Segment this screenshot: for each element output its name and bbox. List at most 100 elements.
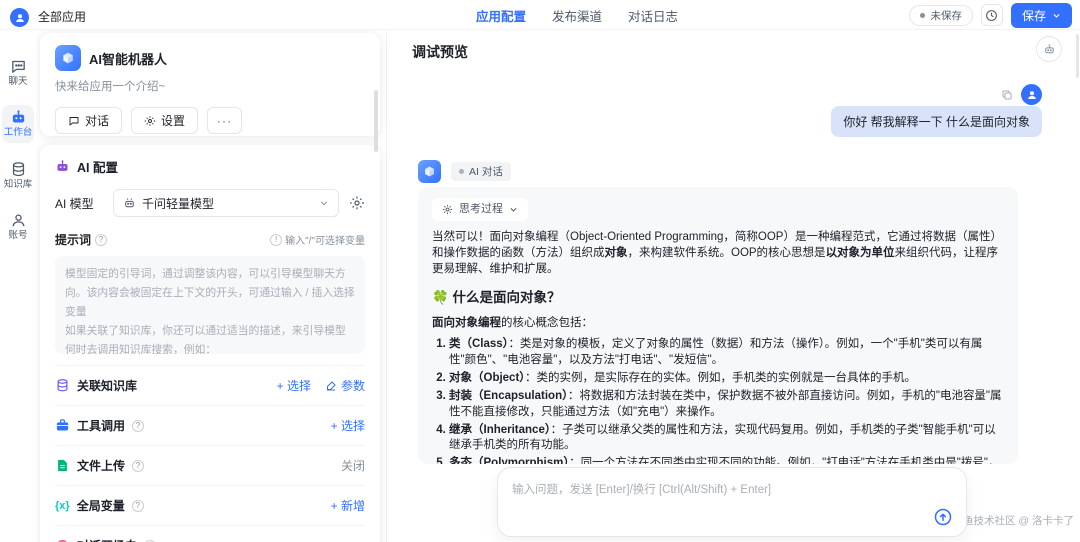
robot-icon — [10, 109, 27, 126]
top-tabs: 应用配置 发布渠道 对话日志 — [476, 0, 678, 30]
help-icon[interactable]: ? — [95, 234, 107, 246]
rail-item-label: 工作台 — [4, 128, 33, 138]
thinking-label: 思考过程 — [459, 202, 503, 217]
user-avatar — [1021, 84, 1042, 105]
variable-add-button[interactable]: + 新增 — [331, 497, 365, 514]
robot-preview-button[interactable] — [1036, 36, 1062, 62]
chat-icon — [10, 58, 27, 75]
prompt-label: 提示词 — [55, 231, 91, 248]
settings-button[interactable]: 设置 — [131, 107, 198, 134]
tool-call-label: 工具调用 — [77, 417, 125, 434]
knowledge-params-button[interactable]: 参数 — [325, 377, 365, 394]
chevron-down-icon — [509, 205, 518, 214]
more-button[interactable]: ··· — [207, 107, 242, 134]
model-select[interactable]: 千问轻量模型 — [113, 189, 339, 217]
help-icon[interactable]: ? — [132, 420, 144, 432]
thinking-process-toggle[interactable]: 思考过程 — [432, 198, 528, 221]
ai-tag-label: AI 对话 — [469, 164, 503, 179]
app-title: AI智能机器人 — [89, 49, 167, 68]
cube-icon — [423, 165, 436, 178]
ai-message-header: AI 对话 — [418, 160, 511, 183]
file-upload-label: 文件上传 — [77, 457, 125, 474]
model-robot-icon — [123, 197, 136, 210]
braces-icon: {x} — [55, 500, 70, 512]
rail-item-account[interactable]: 账号 — [2, 208, 34, 245]
user-message-header — [1001, 84, 1042, 105]
app-window: 全部应用 应用配置 发布渠道 对话日志 未保存 保存 聊天 — [0, 0, 1080, 542]
save-button-label: 保存 — [1022, 7, 1046, 24]
tab-conversation-log[interactable]: 对话日志 — [628, 6, 678, 25]
rail-item-label: 账号 — [8, 231, 27, 241]
tab-publish-channel[interactable]: 发布渠道 — [552, 6, 602, 25]
briefcase-icon — [55, 418, 70, 433]
user-avatar[interactable] — [10, 8, 29, 27]
knowledge-params-label: 参数 — [341, 377, 365, 394]
status-dot — [459, 169, 464, 174]
app-info-card: AI智能机器人 快来给应用一个介绍~ 对话 设置 ··· — [40, 33, 380, 136]
opening-chat-icon — [55, 538, 70, 542]
copy-button[interactable] — [1001, 89, 1013, 101]
chat-button-label: 对话 — [85, 112, 109, 129]
person-icon — [14, 12, 26, 24]
chevron-down-icon — [319, 198, 329, 208]
left-panel-scrollbar[interactable] — [374, 90, 378, 152]
all-apps-link[interactable]: 全部应用 — [38, 8, 86, 25]
ai-config-card: AI 配置 AI 模型 千问轻量模型 提示词 ? ! 输入"/"可选择变量 模型 — [40, 145, 380, 542]
file-upload-toggle[interactable]: 关闭 — [341, 457, 365, 474]
rail-item-label: 知识库 — [4, 180, 33, 190]
rail-item-workbench[interactable]: 工作台 — [2, 105, 34, 142]
ai-intro-paragraph: 当然可以！面向对象编程（Object-Oriented Programming，… — [432, 230, 1004, 278]
list-item: 多态（Polymorphism）：同一个方法在不同类中实现不同的功能。例如，"打… — [449, 456, 1004, 464]
global-variable-row: {x} 全局变量 ? + 新增 — [55, 485, 365, 525]
right-panel-scrollbar[interactable] — [1076, 34, 1079, 78]
oop-concepts-list: 类（Class）：类是对象的模板，定义了对象的属性（数据）和方法（操作）。例如，… — [432, 337, 1004, 464]
knowledge-base-row: 关联知识库 + 选择 参数 — [55, 365, 365, 405]
list-item: 继承（Inheritance）：子类可以继承父类的属性和方法，实现代码复用。例如… — [449, 423, 1004, 455]
debug-preview-title: 调试预览 — [412, 42, 468, 62]
database-icon — [55, 378, 70, 393]
database-icon — [10, 161, 27, 178]
chat-input-box[interactable]: 输入问题，发送 [Enter]/换行 [Ctrl(Alt/Shift) + En… — [497, 467, 967, 537]
chat-icon — [68, 115, 80, 127]
tab-app-config[interactable]: 应用配置 — [476, 6, 526, 25]
chat-input-placeholder: 输入问题，发送 [Enter]/换行 [Ctrl(Alt/Shift) + En… — [512, 481, 771, 497]
help-icon[interactable]: ? — [132, 460, 144, 472]
chevron-down-icon — [1052, 11, 1061, 20]
settings-button-label: 设置 — [161, 112, 185, 129]
ai-config-header: AI 配置 — [55, 157, 365, 176]
ai-tag-badge: AI 对话 — [451, 162, 511, 181]
knowledge-select-button[interactable]: + 选择 — [277, 377, 311, 394]
tool-call-row: 工具调用 ? + 选择 — [55, 405, 365, 445]
user-message-bubble: 你好 帮我解释一下 什么是面向对象 — [831, 106, 1042, 137]
opening-remarks-row: 对话开场白 ? — [55, 525, 365, 542]
rail-item-knowledge[interactable]: 知识库 — [2, 157, 34, 194]
gear-icon — [144, 115, 156, 127]
help-icon[interactable]: ? — [132, 500, 144, 512]
cube-icon — [61, 51, 75, 65]
copy-icon — [1001, 89, 1013, 101]
ai-concepts-lead: 面向对象编程的核心概念包括： — [432, 316, 1004, 332]
file-upload-row: 文件上传 ? 关闭 — [55, 445, 365, 485]
model-settings-button[interactable] — [349, 195, 365, 211]
global-variable-label: 全局变量 — [77, 497, 125, 514]
prompt-textarea[interactable]: 模型固定的引导词，通过调整该内容，可以引导模型聊天方向。该内容会被固定在上下文的… — [55, 256, 365, 354]
left-rail: 聊天 工作台 知识库 账号 — [0, 30, 36, 542]
send-icon — [933, 507, 953, 527]
rail-item-chat[interactable]: 聊天 — [2, 54, 34, 91]
app-subtitle: 快来给应用一个介绍~ — [55, 78, 365, 94]
app-icon — [55, 45, 81, 71]
rail-item-label: 聊天 — [8, 77, 27, 87]
send-button[interactable] — [933, 507, 953, 527]
watermark-text: 鲤鱼技术社区 @ 洛卡卡了 — [953, 513, 1075, 528]
edit-icon — [325, 380, 337, 392]
account-icon — [10, 212, 27, 229]
chat-button[interactable]: 对话 — [55, 107, 122, 134]
save-button[interactable]: 保存 — [1011, 3, 1072, 28]
unsaved-badge-label: 未保存 — [930, 8, 962, 23]
person-icon — [1026, 89, 1038, 101]
panel-divider — [386, 30, 387, 542]
history-button[interactable] — [981, 4, 1003, 26]
knowledge-base-label: 关联知识库 — [77, 377, 137, 394]
tool-select-button[interactable]: + 选择 — [331, 417, 365, 434]
ai-message-card: 思考过程 当然可以！面向对象编程（Object-Oriented Program… — [418, 187, 1018, 464]
